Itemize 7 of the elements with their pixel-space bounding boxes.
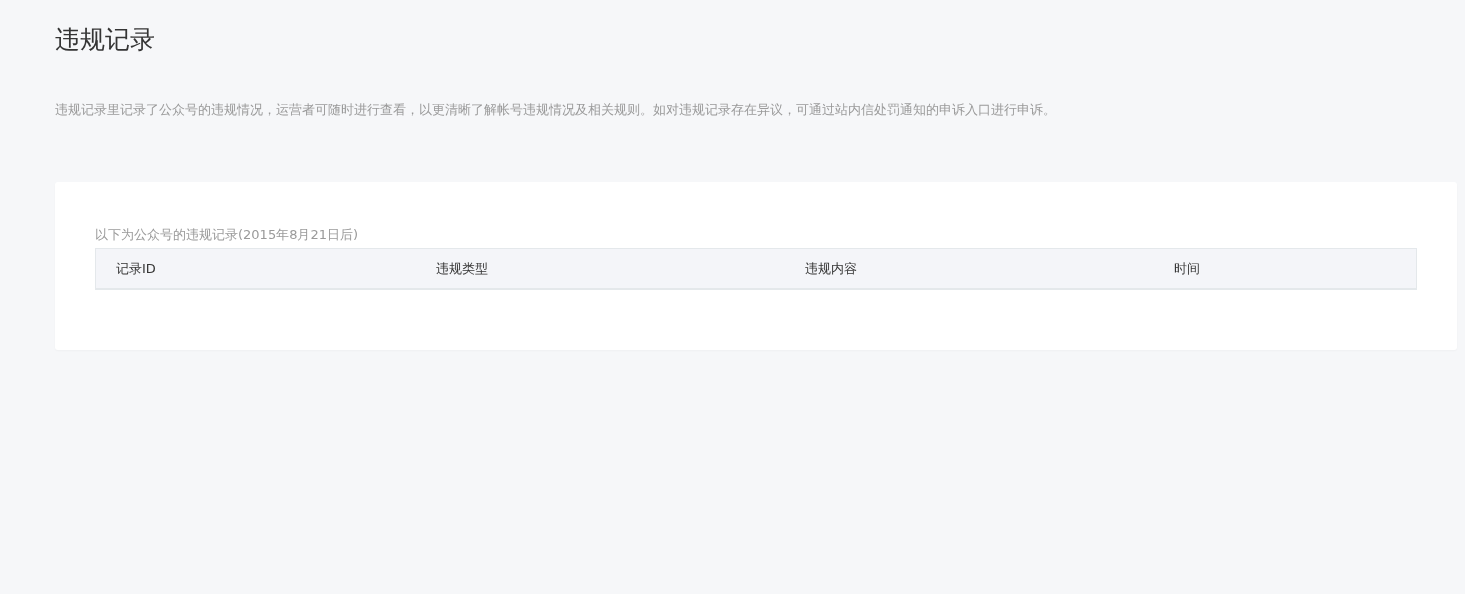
records-caption: 以下为公众号的违规记录(2015年8月21日后): [95, 226, 359, 244]
column-header: 违规类型: [436, 259, 488, 278]
page-title: 违规记录: [55, 24, 156, 56]
description-text: 违规记录里记录了公众号的违规情况，运营者可随时进行查看，以更清晰了解帐号违规情况及相关规则。如对违规记录存在异议，可通过站内信处罚通知的申诉入口进行申诉。: [55, 101, 1057, 119]
column-header: 违规内容: [805, 259, 857, 278]
column-header: 记录ID: [116, 259, 156, 278]
column-header: 时间: [1174, 259, 1200, 278]
